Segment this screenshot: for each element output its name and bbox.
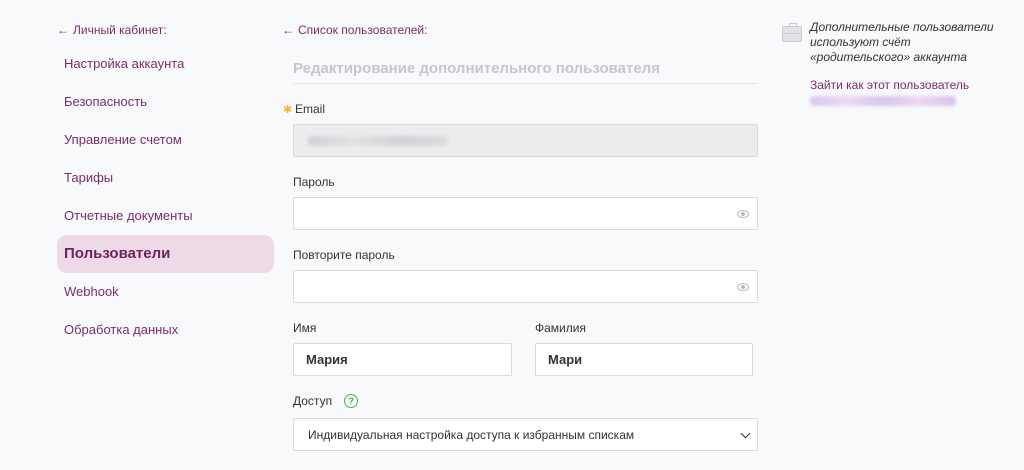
eye-icon[interactable]	[737, 209, 749, 218]
password-field[interactable]	[293, 197, 758, 230]
back-to-users-label: Список пользователей:	[298, 23, 428, 37]
sidebar-item-data-processing[interactable]: Обработка данных	[57, 311, 274, 349]
title-divider	[293, 83, 757, 84]
info-row: Дополнительные пользователи используют с…	[782, 20, 1002, 65]
user-email-redacted	[810, 96, 956, 106]
page-title: Редактирование дополнительного пользоват…	[293, 60, 660, 77]
eye-icon[interactable]	[737, 282, 749, 291]
first-name-field[interactable]: Мария	[293, 343, 512, 376]
last-name-group: Фамилия Мари	[535, 319, 753, 376]
email-value-redacted	[308, 135, 448, 146]
first-name-label: Имя	[293, 321, 317, 335]
access-label: Доступ ?	[293, 392, 758, 410]
briefcase-icon	[782, 23, 802, 42]
name-row: Имя Мария Фамилия Мари	[293, 319, 758, 376]
access-select[interactable]: Индивидуальная настройка доступа к избра…	[293, 418, 758, 451]
sidebar-item-tariffs[interactable]: Тарифы	[57, 159, 274, 197]
last-name-field[interactable]: Мари	[535, 343, 753, 376]
email-field[interactable]	[293, 124, 758, 157]
access-label-text: Доступ	[293, 394, 333, 408]
question-circle-icon[interactable]: ?	[344, 394, 359, 408]
email-field-group: ✱ Email	[282, 100, 758, 157]
password-label: Пароль	[293, 175, 335, 189]
sidebar-item-account-settings[interactable]: Настройка аккаунта	[57, 45, 274, 83]
sidebar-item-users[interactable]: Пользователи	[57, 235, 274, 273]
chevron-down-icon	[740, 428, 751, 439]
sidebar-item-documents[interactable]: Отчетные документы	[57, 197, 274, 235]
sidebar-item-webhook[interactable]: Webhook	[57, 273, 274, 311]
sidebar-item-security[interactable]: Безопасность	[57, 83, 274, 121]
password-field-group: Пароль	[282, 173, 758, 230]
email-label-text: Email	[295, 102, 326, 116]
login-as-user-link[interactable]: Зайти как этот пользователь	[810, 78, 1002, 92]
password-repeat-field-group: Повторите пароль	[282, 246, 758, 303]
email-label: ✱ Email	[283, 100, 758, 118]
last-name-label: Фамилия	[535, 321, 586, 335]
arrow-left-icon: ←	[57, 23, 69, 37]
back-to-users-link[interactable]: ← Список пользователей:	[282, 20, 758, 40]
info-text: Дополнительные пользователи используют с…	[810, 20, 994, 64]
arrow-left-icon: ←	[282, 23, 294, 37]
access-selected-value: Индивидуальная настройка доступа к избра…	[308, 427, 635, 442]
edit-user-form: ← Список пользователей: Редактирование д…	[282, 20, 758, 451]
access-field-group: Доступ ? Индивидуальная настройка доступ…	[282, 392, 758, 451]
password-repeat-label: Повторите пароль	[293, 248, 395, 262]
back-to-account-label: Личный кабинет:	[73, 23, 167, 37]
info-panel: Дополнительные пользователи используют с…	[782, 20, 1002, 106]
required-star-icon: ✱	[283, 103, 293, 116]
sidebar: ← Личный кабинет: Настройка аккаунта Без…	[57, 20, 274, 349]
password-repeat-field[interactable]	[293, 270, 758, 303]
first-name-group: Имя Мария	[293, 319, 512, 376]
sidebar-menu: Настройка аккаунта Безопасность Управлен…	[57, 45, 274, 349]
back-to-account-link[interactable]: ← Личный кабинет:	[57, 20, 274, 40]
sidebar-item-billing[interactable]: Управление счетом	[57, 121, 274, 159]
